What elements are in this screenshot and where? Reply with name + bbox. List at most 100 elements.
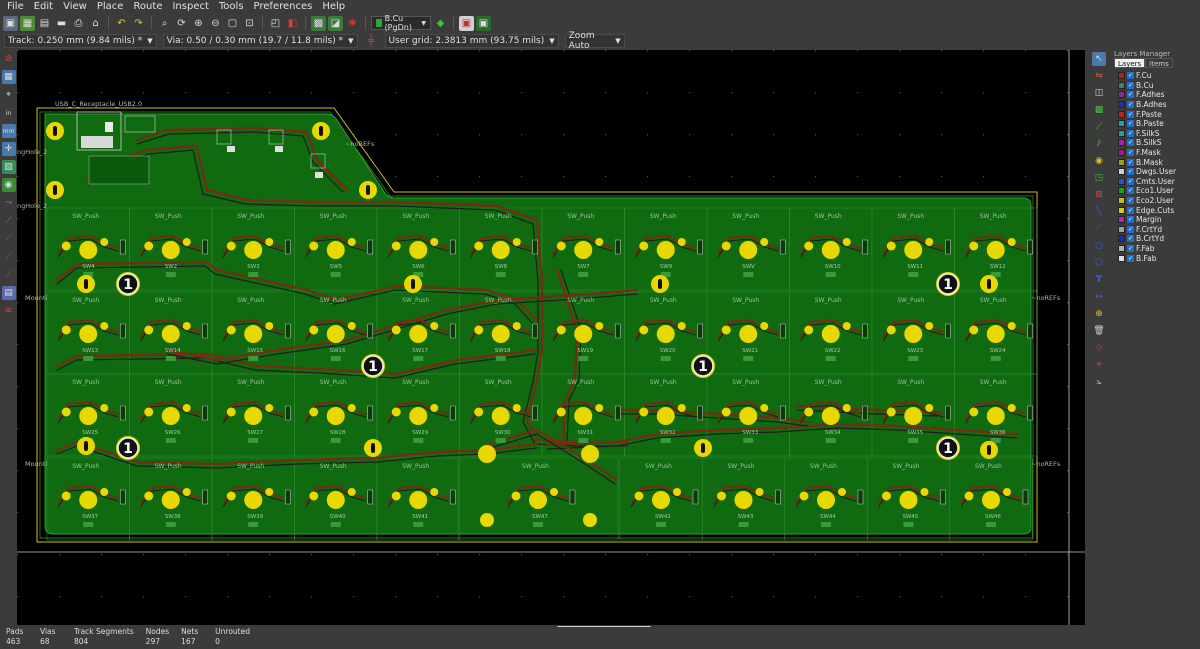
layer-color-swatch[interactable]: [1118, 101, 1125, 109]
add-zone-icon[interactable]: ◳: [1092, 171, 1106, 185]
track-outline-icon[interactable]: ⟋: [2, 232, 16, 246]
layer-visibility-checkbox[interactable]: ✓: [1127, 139, 1134, 147]
layer-visibility-checkbox[interactable]: ✓: [1127, 225, 1134, 233]
units-mm-icon[interactable]: mm: [1, 124, 16, 138]
layer-color-swatch[interactable]: [1118, 216, 1125, 224]
layer-visibility-checkbox[interactable]: ✓: [1127, 206, 1134, 214]
zoom-out-icon[interactable]: ⊖: [208, 16, 223, 31]
menu-preferences[interactable]: Preferences: [249, 0, 318, 14]
tab-layers[interactable]: Layers: [1114, 58, 1146, 68]
zone-fill-icon[interactable]: ⟋: [2, 214, 16, 228]
layer-row[interactable]: ✓ Margin: [1112, 215, 1200, 225]
layer-row[interactable]: ✓ B.Paste: [1112, 119, 1200, 129]
layer-row[interactable]: ✓ F.Fab: [1112, 244, 1200, 254]
units-inch-icon[interactable]: in: [2, 106, 16, 120]
menu-file[interactable]: File: [2, 0, 29, 14]
refresh-icon[interactable]: ⟳: [174, 16, 189, 31]
add-dimension-icon[interactable]: ↔: [1092, 290, 1106, 304]
save-icon[interactable]: ▬: [54, 16, 69, 31]
layer-row[interactable]: ✓ B.CrtYd: [1112, 234, 1200, 244]
via-outline-icon[interactable]: ⟋: [2, 250, 16, 264]
ratsnest-curved-icon[interactable]: ◉: [1, 178, 16, 192]
menu-inspect[interactable]: Inspect: [167, 0, 213, 14]
layer-row[interactable]: ✓ B.Adhes: [1112, 100, 1200, 110]
layer-visibility-checkbox[interactable]: ✓: [1127, 149, 1134, 157]
layer-visibility-checkbox[interactable]: ✓: [1127, 177, 1134, 185]
layer-visibility-checkbox[interactable]: ✓: [1127, 168, 1134, 176]
zoom-in-icon[interactable]: ⊕: [191, 16, 206, 31]
select-icon[interactable]: ↖: [1092, 52, 1106, 66]
layer-visibility-checkbox[interactable]: ✓: [1127, 158, 1134, 166]
layer-visibility-checkbox[interactable]: ✓: [1127, 254, 1134, 262]
find-icon[interactable]: ⌕: [157, 16, 172, 31]
layer-row[interactable]: ✓ Dwgs.User: [1112, 167, 1200, 177]
auto-track-width-icon[interactable]: ╪: [364, 34, 379, 49]
layer-row[interactable]: ✓ B.Fab: [1112, 253, 1200, 263]
board-setup-icon[interactable]: ▣: [3, 15, 18, 31]
menu-view[interactable]: View: [58, 0, 92, 14]
ratsnest-icon[interactable]: ▧: [1, 160, 16, 174]
layer-row[interactable]: ✓ F.Mask: [1112, 148, 1200, 158]
layer-row[interactable]: ✓ B.SilkS: [1112, 138, 1200, 148]
update-pcb-icon[interactable]: ◪: [328, 15, 343, 31]
drc-off-icon[interactable]: ⊘: [2, 52, 16, 66]
layer-color-swatch[interactable]: [1118, 168, 1125, 176]
footprint-editor-icon[interactable]: ◰: [268, 16, 283, 31]
layer-visibility-checkbox[interactable]: ✓: [1127, 129, 1134, 137]
add-footprint-icon[interactable]: ▩: [1092, 103, 1106, 117]
highlight-net-icon[interactable]: ⇋: [1092, 69, 1106, 83]
layer-row[interactable]: ✓ B.Mask: [1112, 157, 1200, 167]
menu-tools[interactable]: Tools: [214, 0, 249, 14]
netlist-icon[interactable]: ▩: [311, 15, 326, 31]
set-origin-icon[interactable]: ⊹: [1092, 341, 1106, 355]
layer-visibility-checkbox[interactable]: ✓: [1127, 197, 1134, 205]
via-size-select[interactable]: Via: 0.50 / 0.30 mm (19.7 / 11.8 mils) *…: [162, 34, 358, 48]
layer-color-swatch[interactable]: [1118, 225, 1125, 233]
layer-visibility-checkbox[interactable]: ✓: [1127, 235, 1134, 243]
zoom-selection-icon[interactable]: ⊡: [242, 16, 257, 31]
layer-color-swatch[interactable]: [1118, 235, 1125, 243]
layer-row[interactable]: ✓ F.Adhes: [1112, 90, 1200, 100]
layer-color-swatch[interactable]: [1118, 254, 1125, 262]
layer-visibility-checkbox[interactable]: ✓: [1127, 91, 1134, 99]
delete-icon[interactable]: 🗑: [1092, 324, 1106, 338]
cursor-icon[interactable]: ✛: [1, 142, 16, 156]
layer-color-swatch[interactable]: [1118, 81, 1125, 89]
pad-outline-icon[interactable]: ⟋: [2, 268, 16, 282]
layer-visibility-checkbox[interactable]: ✓: [1127, 110, 1134, 118]
add-via-icon[interactable]: ◉: [1092, 154, 1106, 168]
layer-row[interactable]: ✓ F.Paste: [1112, 109, 1200, 119]
layer-visibility-checkbox[interactable]: ✓: [1127, 120, 1134, 128]
layer-color-swatch[interactable]: [1118, 197, 1125, 205]
plot-icon[interactable]: ⌂: [88, 16, 103, 31]
add-polygon-icon[interactable]: ⬠: [1092, 256, 1106, 270]
route-track-icon[interactable]: ⟋: [1092, 120, 1106, 134]
layer-visibility-checkbox[interactable]: ✓: [1127, 72, 1134, 80]
layer-color-swatch[interactable]: [1118, 139, 1125, 147]
layer-visibility-checkbox[interactable]: ✓: [1127, 244, 1134, 252]
add-arc-icon[interactable]: ◜: [1092, 222, 1106, 236]
scripting-console-icon[interactable]: ▣: [459, 15, 474, 31]
pcb-board-view[interactable]: SW_Push SW4 SW_Push SW2 SW_Push SW3 SW_Push SW5…: [17, 50, 1085, 625]
layer-color-swatch[interactable]: [1118, 177, 1125, 185]
grid-select[interactable]: User grid: 2.3813 mm (93.75 mils) ▼: [384, 34, 559, 48]
layer-color-swatch[interactable]: [1118, 158, 1125, 166]
undo-icon[interactable]: ↶: [114, 16, 129, 31]
layer-color-swatch[interactable]: [1118, 72, 1125, 80]
add-text-icon[interactable]: T: [1092, 273, 1106, 287]
menu-route[interactable]: Route: [128, 0, 167, 14]
layer-row[interactable]: ✓ Edge.Cuts: [1112, 205, 1200, 215]
tab-items[interactable]: Items: [1145, 58, 1173, 68]
python-icon[interactable]: ▣: [476, 15, 491, 31]
add-circle-icon[interactable]: ○: [1092, 239, 1106, 253]
layer-row[interactable]: ✓ F.Cu: [1112, 71, 1200, 81]
new-board-icon[interactable]: ▦: [20, 15, 35, 31]
add-target-icon[interactable]: ⊕: [1092, 307, 1106, 321]
open-board-icon[interactable]: ▤: [37, 16, 52, 31]
local-ratsnest-icon[interactable]: ◫: [1092, 86, 1106, 100]
zoom-select[interactable]: Zoom Auto ▼: [564, 31, 625, 51]
layer-row[interactable]: ✓ Eco2.User: [1112, 196, 1200, 206]
grid-origin-icon[interactable]: ⌖: [1092, 358, 1106, 372]
layer-pair-icon[interactable]: ◆: [433, 16, 448, 31]
layer-visibility-checkbox[interactable]: ✓: [1127, 101, 1134, 109]
